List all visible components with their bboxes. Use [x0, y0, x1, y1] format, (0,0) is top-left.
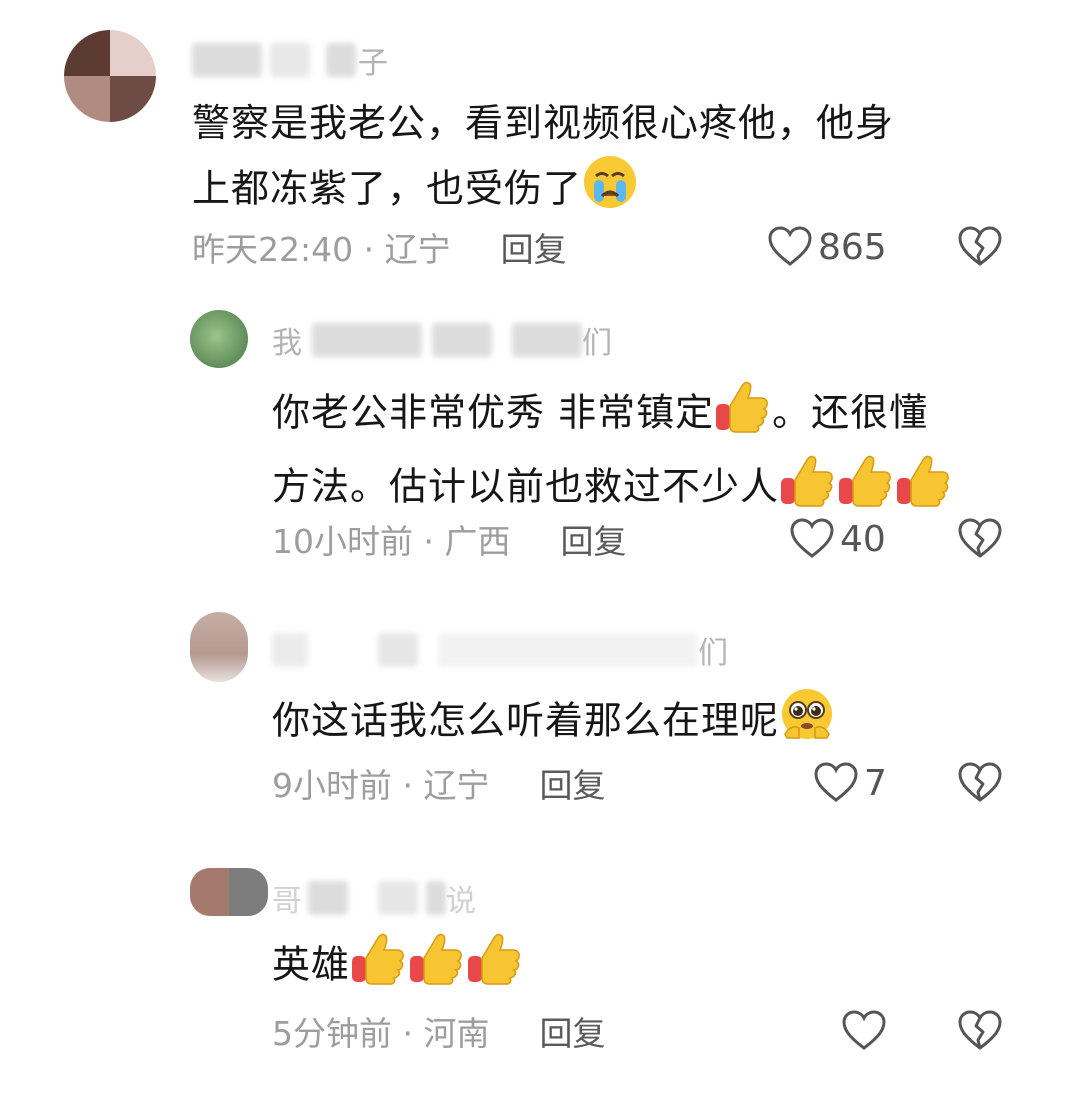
username-visible-end: 们: [582, 326, 612, 361]
username-blurred[interactable]: 我 们: [272, 318, 612, 362]
username-visible-end: 子: [358, 46, 388, 81]
username-visible-start: 哥: [272, 884, 302, 919]
like-button[interactable]: 7: [814, 758, 887, 808]
reply-button[interactable]: 回复: [539, 759, 605, 807]
comment-text: 你这话我怎么听着那么在理呢: [272, 686, 1032, 760]
comment-text: 你老公非常优秀 非常镇定 。还很懂 方法。估计以前也救过不少人: [272, 378, 1032, 526]
avatar[interactable]: [190, 310, 248, 368]
timestamp-location: 9小时前 · 辽宁: [272, 766, 490, 805]
thumbs-up-icon: [466, 930, 524, 1004]
comment-text: 警察是我老公，看到视频很心疼他，他身 上都冻紫了，也受伤了: [192, 92, 1012, 228]
timestamp-location: 10小时前 · 广西: [272, 522, 511, 561]
heart-icon: [790, 518, 834, 558]
like-button[interactable]: [842, 1006, 892, 1056]
thumbs-up-icon: [408, 930, 466, 1004]
avatar[interactable]: [190, 612, 248, 682]
like-count: 7: [864, 762, 887, 804]
username-blurred[interactable]: 哥 说: [272, 876, 476, 920]
comment-meta: 5分钟前 · 河南 回复: [272, 1006, 605, 1056]
reply-button[interactable]: 回复: [501, 223, 567, 271]
avatar[interactable]: [190, 868, 268, 916]
like-button[interactable]: 40: [790, 514, 886, 564]
reply-button[interactable]: 回复: [560, 515, 626, 563]
like-button[interactable]: 865: [768, 222, 887, 272]
like-count: 40: [840, 518, 886, 560]
crying-face-icon: [582, 154, 638, 228]
broken-heart-icon: [958, 1010, 1002, 1050]
dislike-button[interactable]: [958, 1006, 1002, 1056]
thumbs-up-icon: [714, 378, 772, 452]
thumbs-up-icon: [895, 452, 953, 526]
pleading-face-icon: [779, 686, 835, 760]
comment-text: 英雄: [272, 930, 1032, 1004]
broken-heart-icon: [958, 762, 1002, 802]
like-count: 865: [818, 226, 887, 268]
broken-heart-icon: [958, 518, 1002, 558]
reply-button[interactable]: 回复: [539, 1007, 605, 1055]
timestamp-location: 昨天22:40 · 辽宁: [192, 230, 451, 269]
broken-heart-icon: [958, 226, 1002, 266]
dislike-button[interactable]: [958, 514, 1002, 564]
dislike-button[interactable]: [958, 222, 1002, 272]
heart-icon: [842, 1010, 886, 1050]
timestamp-location: 5分钟前 · 河南: [272, 1014, 490, 1053]
thumbs-up-icon: [350, 930, 408, 1004]
comment-meta: 9小时前 · 辽宁 回复: [272, 758, 605, 808]
username-blurred[interactable]: 子: [192, 38, 388, 82]
avatar[interactable]: [64, 30, 156, 122]
username-visible-end: 们: [698, 636, 728, 671]
comment-meta: 昨天22:40 · 辽宁 回复: [192, 222, 567, 272]
comment-meta: 10小时前 · 广西 回复: [272, 514, 626, 564]
username-visible-start: 我: [272, 326, 302, 361]
username-blurred[interactable]: 们: [272, 628, 728, 672]
username-visible-end: 说: [446, 884, 476, 919]
dislike-button[interactable]: [958, 758, 1002, 808]
heart-icon: [814, 762, 858, 802]
heart-icon: [768, 226, 812, 266]
